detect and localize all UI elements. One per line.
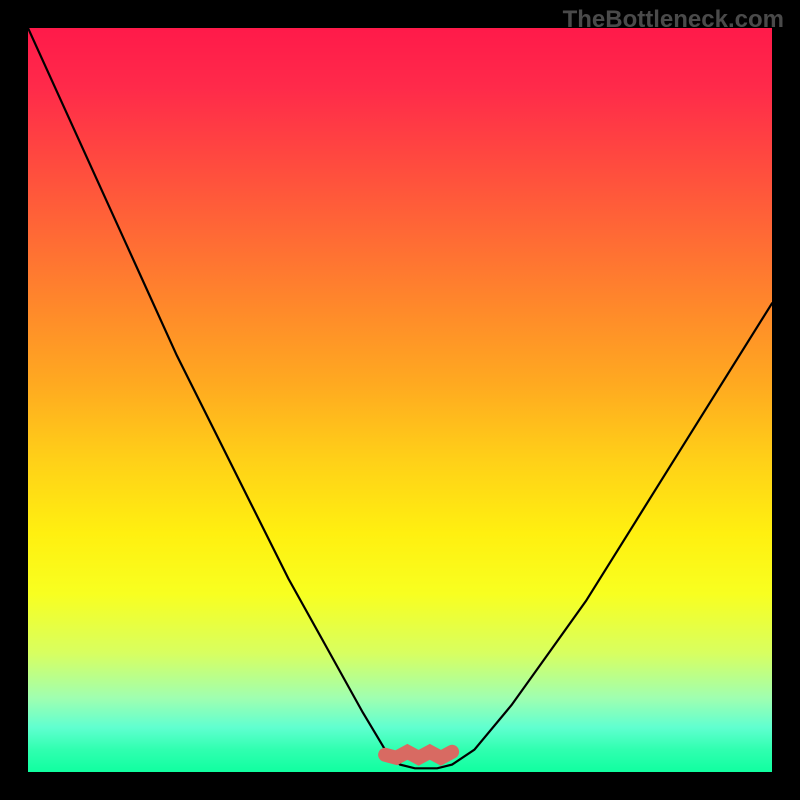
plot-area xyxy=(28,28,772,772)
flat-segment-marker xyxy=(385,752,452,758)
watermark-text: TheBottleneck.com xyxy=(563,6,784,34)
bottleneck-curve xyxy=(28,28,772,768)
chart-svg xyxy=(28,28,772,772)
